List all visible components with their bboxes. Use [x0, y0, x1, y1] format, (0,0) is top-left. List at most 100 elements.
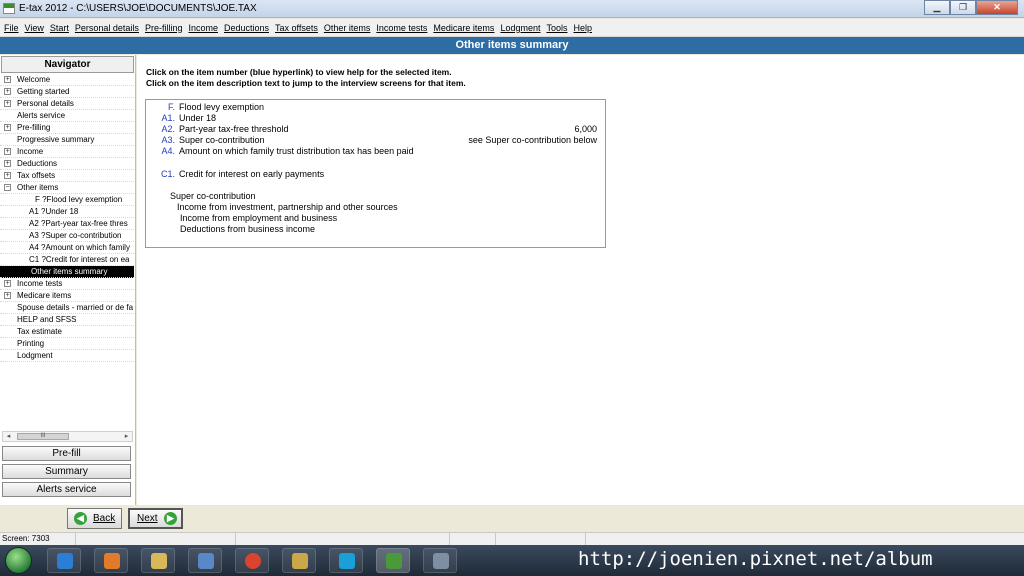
nav-item[interactable]: A1 ?Under 18 — [0, 206, 134, 218]
expand-icon[interactable]: + — [4, 88, 11, 95]
item-description[interactable]: Credit for interest on early payments — [179, 169, 324, 180]
start-orb-icon[interactable] — [5, 547, 32, 574]
menu-deductions[interactable]: Deductions — [224, 23, 269, 33]
super-line-investment[interactable]: Income from investment, partnership and … — [177, 202, 398, 213]
status-cell — [236, 533, 450, 545]
menu-other-items[interactable]: Other items — [324, 23, 371, 33]
nav-item[interactable]: + Welcome — [0, 74, 134, 86]
expand-icon[interactable]: + — [4, 148, 11, 155]
etax-icon[interactable] — [376, 548, 410, 573]
item-description[interactable]: Part-year tax-free threshold — [179, 124, 289, 135]
menu-personal-details[interactable]: Personal details — [75, 23, 139, 33]
close-button[interactable]: ✕ — [976, 0, 1018, 15]
nav-item[interactable]: Other items summary — [0, 266, 134, 278]
nav-item-label: Tax estimate — [17, 327, 62, 336]
summary-button[interactable]: Summary — [2, 464, 131, 479]
item-code-link[interactable]: A1. — [149, 113, 175, 124]
screen-number: Screen: 7303 — [0, 533, 76, 545]
instruction-line-2: Click on the item description text to ju… — [146, 78, 466, 88]
skype-icon[interactable] — [329, 548, 363, 573]
watermark: http://joenien.pixnet.net/album — [578, 548, 933, 570]
nav-item[interactable]: Lodgment — [0, 350, 134, 362]
status-cell — [76, 533, 236, 545]
nav-item-label: Other items — [17, 183, 59, 192]
nav-item[interactable]: + Tax offsets — [0, 170, 134, 182]
menu-income-tests[interactable]: Income tests — [376, 23, 427, 33]
back-button[interactable]: ◀ Back — [67, 508, 122, 529]
nav-item[interactable]: F ?Flood levy exemption — [0, 194, 134, 206]
menu-income[interactable]: Income — [188, 23, 218, 33]
nav-item[interactable]: Alerts service — [0, 110, 134, 122]
expand-icon[interactable]: + — [4, 124, 11, 131]
media-player-icon[interactable] — [94, 548, 128, 573]
ie-icon[interactable] — [47, 548, 81, 573]
menu-lodgment[interactable]: Lodgment — [500, 23, 540, 33]
menu-pre-filling[interactable]: Pre-filling — [145, 23, 183, 33]
nav-item[interactable]: − Other items — [0, 182, 134, 194]
nav-item[interactable]: A4 ?Amount on which family — [0, 242, 134, 254]
collapse-icon[interactable]: − — [4, 184, 11, 191]
minimize-button[interactable]: ▁ — [924, 0, 950, 15]
menu-start[interactable]: Start — [50, 23, 69, 33]
menu-medicare-items[interactable]: Medicare items — [433, 23, 494, 33]
item-description[interactable]: Under 18 — [179, 113, 216, 124]
menu-view[interactable]: View — [25, 23, 44, 33]
nav-item[interactable]: Progressive summary — [0, 134, 134, 146]
super-line-deductions[interactable]: Deductions from business income — [180, 224, 315, 235]
window-controls: ▁ ❐ ✕ — [924, 0, 1018, 15]
item-code-link[interactable]: A4. — [149, 146, 175, 157]
status-cell — [450, 533, 496, 545]
nav-item[interactable]: A2 ?Part-year tax-free thres — [0, 218, 134, 230]
item-code-link[interactable]: A3. — [149, 135, 175, 146]
navigator-scrollbar[interactable]: ◂ III ▸ — [2, 431, 133, 442]
nav-item[interactable]: + Personal details — [0, 98, 134, 110]
misc-icon[interactable] — [423, 548, 457, 573]
menu-help[interactable]: Help — [573, 23, 592, 33]
nav-item[interactable]: + Deductions — [0, 158, 134, 170]
super-line-employment[interactable]: Income from employment and business — [180, 213, 337, 224]
nav-item-label: A4 ?Amount on which family — [29, 243, 130, 252]
nav-item[interactable]: + Pre-filling — [0, 122, 134, 134]
nav-item[interactable]: Tax estimate — [0, 326, 134, 338]
menu-file[interactable]: File — [4, 23, 19, 33]
item-description[interactable]: Super co-contribution — [179, 135, 265, 146]
expand-icon[interactable]: + — [4, 76, 11, 83]
next-button[interactable]: Next ▶ — [128, 508, 183, 529]
item-code-link[interactable]: F. — [149, 102, 175, 113]
folder-icon[interactable] — [282, 548, 316, 573]
window-title: E-tax 2012 - C:\USERS\JOE\DOCUMENTS\JOE.… — [19, 3, 257, 14]
nav-item[interactable]: + Medicare items — [0, 290, 134, 302]
nav-item[interactable]: + Income — [0, 146, 134, 158]
expand-icon[interactable]: + — [4, 100, 11, 107]
item-code-link[interactable]: C1. — [149, 169, 175, 180]
explorer-icon[interactable] — [141, 548, 175, 573]
nav-item[interactable]: HELP and SFSS — [0, 314, 134, 326]
nav-item[interactable]: Printing — [0, 338, 134, 350]
expand-icon[interactable]: + — [4, 292, 11, 299]
instruction-line-1: Click on the item number (blue hyperlink… — [146, 67, 452, 77]
maximize-button[interactable]: ❐ — [950, 0, 976, 15]
nav-item-label: C1 ?Credit for interest on ea — [29, 255, 130, 264]
menu-tools[interactable]: Tools — [546, 23, 567, 33]
nav-item[interactable]: + Income tests — [0, 278, 134, 290]
nav-item-label: Lodgment — [17, 351, 53, 360]
tool-icon[interactable] — [188, 548, 222, 573]
expand-icon[interactable]: + — [4, 280, 11, 287]
scroll-thumb[interactable]: III — [17, 433, 69, 440]
item-description[interactable]: Flood levy exemption — [179, 102, 264, 113]
scroll-left-icon[interactable]: ◂ — [3, 432, 14, 441]
item-code-link[interactable]: A2. — [149, 124, 175, 135]
menu-tax-offsets[interactable]: Tax offsets — [275, 23, 318, 33]
nav-item[interactable]: + Getting started — [0, 86, 134, 98]
alerts-service-button[interactable]: Alerts service — [2, 482, 131, 497]
nav-item[interactable]: A3 ?Super co-contribution — [0, 230, 134, 242]
prefill-button[interactable]: Pre-fill — [2, 446, 131, 461]
item-description[interactable]: Amount on which family trust distributio… — [179, 146, 414, 157]
expand-icon[interactable]: + — [4, 160, 11, 167]
expand-icon[interactable]: + — [4, 172, 11, 179]
super-section-title[interactable]: Super co-contribution — [170, 191, 256, 202]
nav-item[interactable]: C1 ?Credit for interest on ea — [0, 254, 134, 266]
chrome-icon[interactable] — [235, 548, 269, 573]
nav-item[interactable]: Spouse details - married or de fa — [0, 302, 134, 314]
scroll-right-icon[interactable]: ▸ — [121, 432, 132, 441]
